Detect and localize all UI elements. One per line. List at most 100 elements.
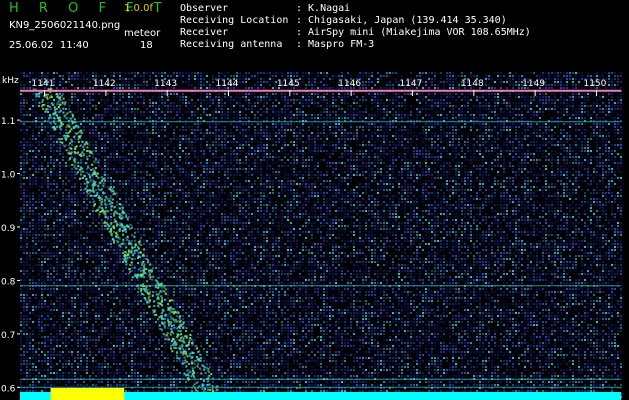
noise-cell [455, 87, 457, 89]
noise-cell [545, 108, 547, 110]
noise-cell [83, 78, 85, 80]
noise-cell [587, 93, 589, 95]
noise-cell [371, 171, 373, 173]
noise-cell [470, 159, 472, 161]
noise-cell [326, 123, 328, 125]
noise-cell [479, 144, 481, 146]
noise-cell [206, 147, 208, 149]
noise-cell [221, 108, 223, 110]
noise-cell [587, 99, 589, 101]
noise-cell [92, 72, 94, 74]
noise-cell [293, 75, 295, 77]
noise-cell [461, 156, 463, 158]
noise-cell [53, 135, 55, 137]
noise-cell [605, 144, 607, 146]
noise-cell [122, 168, 124, 170]
noise-cell [353, 102, 355, 104]
info-receiver-label: Receiver [180, 27, 229, 38]
noise-cell [95, 141, 97, 143]
noise-cell [596, 105, 598, 107]
noise-cell [293, 138, 295, 140]
noise-cell [338, 126, 340, 128]
noise-cell [374, 126, 376, 128]
noise-cell [68, 78, 70, 80]
noise-cell [572, 138, 574, 140]
noise-cell [251, 102, 253, 104]
noise-cell [185, 159, 187, 161]
noise-cell [608, 72, 610, 74]
noise-cell [509, 72, 511, 74]
noise-cell [542, 171, 544, 173]
noise-cell [407, 150, 409, 152]
noise-cell [242, 87, 244, 89]
noise-cell [197, 156, 199, 158]
noise-cell [44, 75, 46, 77]
noise-cell [53, 75, 55, 77]
noise-cell [206, 102, 208, 104]
noise-cell [320, 72, 322, 74]
noise-cell [452, 141, 454, 143]
noise-cell [236, 147, 238, 149]
noise-cell [467, 171, 469, 173]
noise-cell [284, 153, 286, 155]
noise-cell [620, 165, 622, 167]
noise-cell [23, 153, 25, 155]
noise-cell [617, 105, 619, 107]
noise-cell [77, 102, 79, 104]
noise-cell [599, 147, 601, 149]
noise-cell [374, 162, 376, 164]
noise-cell [347, 102, 349, 104]
noise-cell [368, 114, 370, 116]
noise-cell [548, 141, 550, 143]
noise-cell [272, 87, 274, 89]
noise-cell [332, 117, 334, 119]
noise-cell [77, 117, 79, 119]
noise-cell [326, 135, 328, 137]
noise-cell [539, 147, 541, 149]
noise-cell [278, 168, 280, 170]
noise-cell [596, 141, 598, 143]
noise-cell [371, 174, 373, 176]
noise-cell [410, 156, 412, 158]
noise-cell [593, 171, 595, 173]
noise-cell [194, 153, 196, 155]
noise-cell [269, 105, 271, 107]
noise-cell [245, 75, 247, 77]
noise-cell [617, 108, 619, 110]
noise-cell [458, 165, 460, 167]
noise-cell [131, 177, 133, 179]
noise-cell [545, 165, 547, 167]
noise-cell [479, 174, 481, 176]
noise-cell [560, 144, 562, 146]
noise-cell [395, 93, 397, 95]
noise-cell [461, 132, 463, 134]
noise-cell [440, 81, 442, 83]
noise-cell [392, 144, 394, 146]
noise-cell [449, 153, 451, 155]
noise-cell [206, 177, 208, 179]
noise-cell [293, 72, 295, 74]
noise-cell [431, 93, 433, 95]
noise-cell [470, 114, 472, 116]
noise-cell [125, 102, 127, 104]
noise-cell [479, 96, 481, 98]
noise-cell [233, 114, 235, 116]
noise-cell [560, 72, 562, 74]
noise-cell [65, 156, 67, 158]
noise-cell [566, 135, 568, 137]
noise-cell [335, 174, 337, 176]
noise-cell [377, 87, 379, 89]
noise-cell [425, 135, 427, 137]
noise-cell [617, 126, 619, 128]
noise-cell [608, 99, 610, 101]
noise-cell [443, 168, 445, 170]
noise-cell [491, 153, 493, 155]
noise-cell [398, 144, 400, 146]
noise-cell [20, 162, 22, 164]
noise-cell [446, 93, 448, 95]
noise-cell [332, 168, 334, 170]
noise-cell [266, 165, 268, 167]
noise-cell [530, 165, 532, 167]
noise-cell [611, 111, 613, 113]
noise-cell [77, 75, 79, 77]
